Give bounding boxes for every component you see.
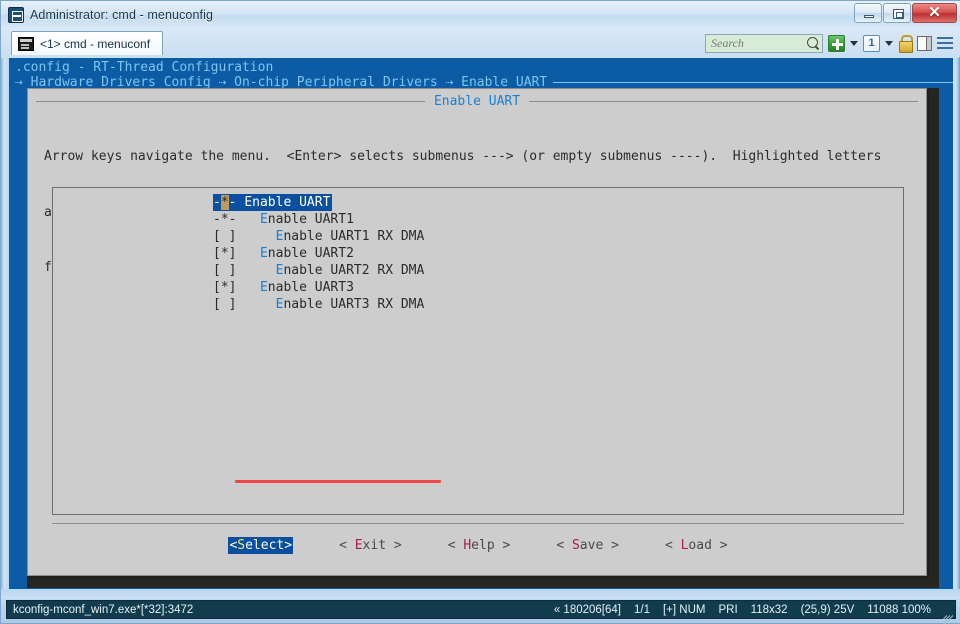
menu-item-marker: -*-	[213, 195, 237, 210]
menu-item-row: [ ] Enable UART3 RX DMA	[213, 296, 424, 313]
console-area: .config - RT-Thread Configuration ⇢ Hard…	[9, 58, 953, 589]
window-left-edge	[1, 58, 9, 589]
tab-switch-chevron-down-icon[interactable]	[885, 40, 893, 46]
search-input[interactable]	[711, 35, 803, 51]
application-window: Administrator: cmd - menuconfig ✕ <1> cm…	[0, 0, 960, 624]
menu-item-label: nable UART1 RX DMA	[283, 229, 425, 244]
status-item: « 180206[64]	[553, 603, 621, 616]
dialog-title: Enable UART	[433, 93, 521, 109]
menu-list-box: -*- Enable UART -*- Enable UART1[ ] Enabl…	[52, 187, 904, 515]
button-hotkey: S	[237, 538, 246, 553]
button-hotkey: S	[571, 538, 580, 553]
close-icon: ✕	[928, 4, 941, 21]
tab-cmd-menuconf[interactable]: <1> cmd - menuconf	[11, 31, 163, 55]
window-title: Administrator: cmd - menuconfig	[30, 8, 214, 22]
menu-item[interactable]: [*] Enable UART2	[213, 245, 424, 262]
status-item: [+] NUM	[663, 603, 706, 616]
menu-item-marker: [ ]	[213, 297, 237, 312]
split-pane-icon[interactable]	[917, 35, 932, 51]
watermark-blurred	[727, 5, 819, 23]
new-tab-chevron-down-icon[interactable]	[850, 40, 858, 46]
lock-icon[interactable]	[898, 35, 913, 53]
menu-item-label: nable UART3	[267, 280, 354, 295]
menu-item-marker: [ ]	[213, 263, 237, 278]
menu-item-label: nable UART3 RX DMA	[283, 297, 425, 312]
menu-item[interactable]: -*- Enable UART1	[213, 211, 424, 228]
menu-item-row: -*- Enable UART	[213, 194, 424, 211]
search-box[interactable]	[705, 33, 823, 53]
tab-strip: <1> cmd - menuconf 1	[1, 29, 960, 57]
close-button[interactable]: ✕	[912, 3, 957, 23]
status-item: PRI	[718, 603, 738, 616]
config-header: .config - RT-Thread Configuration	[15, 60, 274, 75]
status-item: (25,9) 25V	[800, 603, 855, 616]
dialog-title-row: Enable UART	[36, 93, 918, 109]
menu-item-hotkey: E	[259, 280, 268, 295]
minimize-button[interactable]	[854, 3, 882, 23]
menu-item[interactable]: [ ] Enable UART1 RX DMA	[213, 228, 424, 245]
status-indicators: « 180206[64] 1/1 [+] NUM PRI 118x32 (25,9) 25…	[554, 604, 939, 616]
button-hotkey: L	[680, 538, 689, 553]
menu-item-hotkey: E	[259, 212, 268, 227]
menu-item-label: nable UART1	[267, 212, 354, 227]
dialog-button-bar: <Select> < Exit > < Help > < Save > < Load >	[52, 523, 904, 567]
menu-item-marker: -*-	[213, 212, 237, 227]
menu-item-label: nable UART2	[267, 246, 354, 261]
breadcrumb-rule	[553, 82, 953, 83]
console-app-icon	[8, 7, 24, 23]
tab-switch-button[interactable]: 1	[863, 34, 880, 52]
dialog-button-help[interactable]: < Help >	[448, 538, 511, 553]
maximize-button[interactable]	[883, 3, 911, 23]
menu-item-marker: [*]	[213, 280, 237, 295]
button-hotkey: H	[463, 538, 472, 553]
toolbar: 1	[705, 33, 960, 53]
menu-item-list: -*- Enable UART -*- Enable UART1[ ] Enabl…	[213, 194, 424, 313]
new-tab-button[interactable]	[828, 34, 845, 52]
status-bar: kconfig-mconf_win7.exe*[*32]:3472 « 1802…	[1, 599, 960, 624]
title-bar: Administrator: cmd - menuconfig ✕	[1, 1, 960, 29]
status-item: 1/1	[634, 603, 650, 616]
menu-item[interactable]: -*- Enable UART	[213, 194, 333, 211]
red-annotation-underline	[235, 480, 441, 483]
tab-label: <1> cmd - menuconf	[40, 36, 151, 51]
console-dark-strip	[27, 577, 939, 588]
resize-grip[interactable]	[939, 603, 954, 624]
menu-item-row: -*- Enable UART1	[213, 211, 424, 228]
menu-item-row: [ ] Enable UART2 RX DMA	[213, 262, 424, 279]
dialog-button-load[interactable]: < Load >	[665, 538, 728, 553]
dialog-rule-right	[529, 100, 918, 102]
menu-item-label: Enable UART	[244, 195, 331, 210]
status-item: 118x32	[750, 603, 788, 616]
help-line-1: Arrow keys navigate the menu. <Enter> se…	[44, 149, 882, 164]
menu-item-marker: [*]	[213, 246, 237, 261]
button-hotkey: E	[354, 538, 363, 553]
status-bar-inner: kconfig-mconf_win7.exe*[*32]:3472 « 1802…	[6, 600, 956, 624]
dialog-button-select[interactable]: <Select>	[228, 537, 294, 554]
search-icon[interactable]	[807, 36, 820, 50]
dialog-rule-left	[36, 100, 425, 102]
dialog-button-save[interactable]: < Save >	[556, 538, 619, 553]
console-tab-icon	[18, 36, 34, 51]
menu-item[interactable]: [*] Enable UART3	[213, 279, 424, 296]
menu-item-row: [ ] Enable UART1 RX DMA	[213, 228, 424, 245]
menu-item[interactable]: [ ] Enable UART2 RX DMA	[213, 262, 424, 279]
menu-item-row: [*] Enable UART3	[213, 279, 424, 296]
menu-item[interactable]: [ ] Enable UART3 RX DMA	[213, 296, 424, 313]
status-process-label: kconfig-mconf_win7.exe*[*32]:3472	[13, 603, 194, 616]
menu-item-marker: [ ]	[213, 229, 237, 244]
menu-item-label: nable UART2 RX DMA	[283, 263, 425, 278]
menu-item-hotkey: E	[259, 246, 268, 261]
menu-item-marker-value: *	[220, 195, 229, 210]
window-controls: ✕	[854, 3, 957, 23]
menu-item-row: [*] Enable UART2	[213, 245, 424, 262]
status-item: 11088 100%	[867, 603, 931, 616]
menuconfig-dialog: Enable UART Arrow keys navigate the menu…	[27, 88, 927, 576]
dialog-button-exit[interactable]: < Exit >	[339, 538, 402, 553]
hamburger-menu-icon[interactable]	[937, 36, 953, 50]
